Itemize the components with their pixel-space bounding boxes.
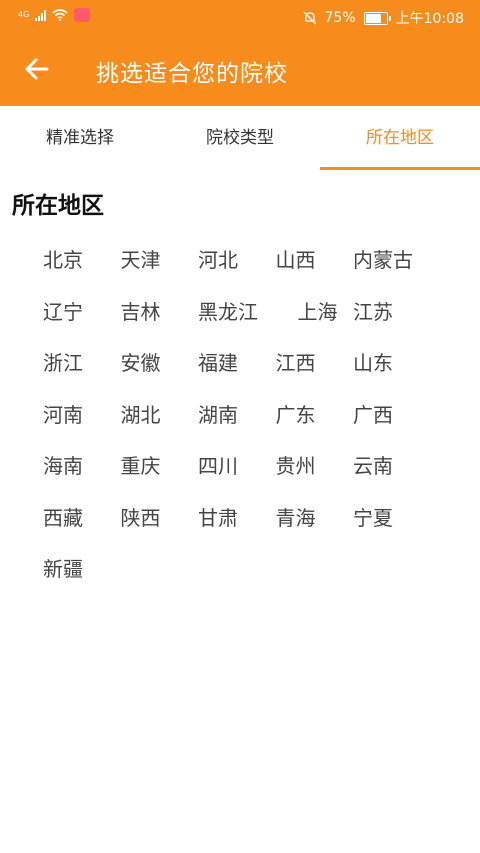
region-item[interactable]: 广西 [353, 399, 431, 451]
region-item[interactable]: 吉林 [121, 296, 199, 348]
region-row: 北京 天津 河北 山西 内蒙古 [43, 244, 463, 296]
region-row: 西藏 陕西 甘肃 青海 宁夏 [43, 502, 463, 554]
region-grid: 北京 天津 河北 山西 内蒙古 辽宁 吉林 黑龙江 上海 江苏 浙江 安徽 福建… [43, 244, 463, 605]
region-item[interactable]: 新疆 [43, 553, 121, 605]
section-title: 所在地区 [12, 193, 104, 219]
tab-bar: 精准选择 院校类型 所在地区 [0, 106, 480, 170]
region-item[interactable]: 江西 [276, 347, 354, 399]
region-item[interactable]: 河北 [198, 244, 276, 296]
region-row: 新疆 [43, 553, 463, 605]
region-item[interactable]: 贵州 [276, 450, 354, 502]
region-item[interactable]: 上海 [276, 296, 354, 348]
battery-percent: 75% [324, 10, 356, 26]
region-row: 辽宁 吉林 黑龙江 上海 江苏 [43, 296, 463, 348]
region-item[interactable]: 天津 [121, 244, 199, 296]
region-item[interactable]: 广东 [276, 399, 354, 451]
region-item[interactable]: 黑龙江 [198, 296, 276, 348]
region-item[interactable]: 陕西 [121, 502, 199, 554]
tab-precise-select[interactable]: 精准选择 [0, 106, 160, 170]
tab-region[interactable]: 所在地区 [320, 106, 480, 170]
notification-app-icon [74, 8, 91, 22]
mute-bell-icon [303, 11, 316, 25]
region-item[interactable]: 重庆 [121, 450, 199, 502]
region-item[interactable]: 四川 [198, 450, 276, 502]
arrow-left-icon[interactable] [22, 52, 52, 86]
region-item[interactable]: 辽宁 [43, 296, 121, 348]
region-item[interactable]: 北京 [43, 244, 121, 296]
status-right: 75% 上午10:08 [303, 8, 464, 28]
region-item[interactable]: 福建 [198, 347, 276, 399]
network-type: 4G [18, 10, 30, 19]
region-item[interactable]: 河南 [43, 399, 121, 451]
app-bar: 挑选适合您的院校 [0, 34, 480, 106]
status-left: 4G [18, 8, 91, 22]
region-item[interactable]: 江苏 [353, 296, 431, 348]
tab-school-type[interactable]: 院校类型 [160, 106, 320, 170]
signal-icon [35, 9, 47, 21]
region-item[interactable]: 山东 [353, 347, 431, 399]
region-item[interactable]: 西藏 [43, 502, 121, 554]
wifi-icon [52, 9, 68, 21]
region-item[interactable]: 湖北 [121, 399, 199, 451]
region-item[interactable]: 浙江 [43, 347, 121, 399]
region-item[interactable]: 青海 [276, 502, 354, 554]
region-item[interactable]: 内蒙古 [353, 244, 431, 296]
page-title: 挑选适合您的院校 [96, 61, 288, 87]
clock: 上午10:08 [395, 11, 464, 27]
region-item[interactable]: 甘肃 [198, 502, 276, 554]
region-item[interactable]: 宁夏 [353, 502, 431, 554]
battery-icon [363, 11, 391, 25]
region-row: 浙江 安徽 福建 江西 山东 [43, 347, 463, 399]
region-row: 河南 湖北 湖南 广东 广西 [43, 399, 463, 451]
region-item[interactable]: 云南 [353, 450, 431, 502]
region-row: 海南 重庆 四川 贵州 云南 [43, 450, 463, 502]
region-item[interactable]: 海南 [43, 450, 121, 502]
region-item[interactable]: 安徽 [121, 347, 199, 399]
region-item[interactable]: 山西 [276, 244, 354, 296]
status-bar: 4G 75% 上午10:08 [0, 0, 480, 34]
region-item[interactable]: 湖南 [198, 399, 276, 451]
